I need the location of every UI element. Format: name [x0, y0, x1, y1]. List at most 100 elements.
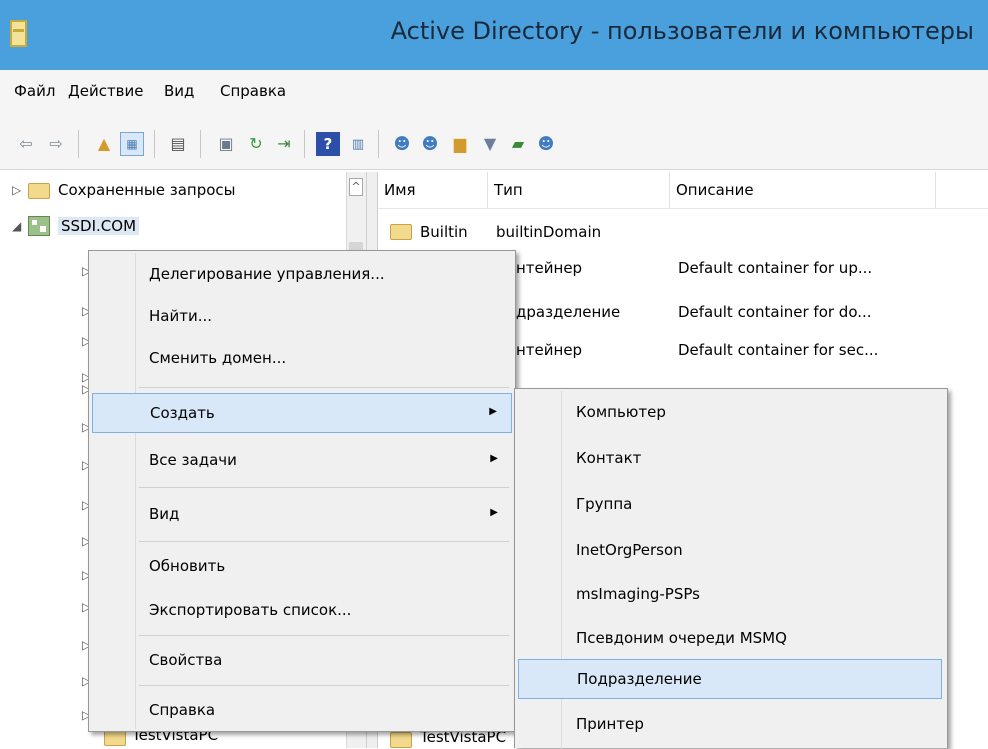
menu-item-label: Вид: [149, 505, 180, 523]
menu-item-view[interactable]: Вид ▶: [92, 495, 512, 535]
row-name: Builtin: [420, 223, 468, 241]
export-list-icon[interactable]: ⇥: [272, 132, 296, 156]
row-type: нтейнер: [516, 341, 583, 359]
menu-view[interactable]: Вид: [164, 82, 194, 100]
toolbar-separator: [304, 130, 305, 158]
up-folder-icon[interactable]: ▲: [92, 132, 116, 156]
column-header-name[interactable]: Имя: [378, 172, 488, 208]
toolbar-separator: [378, 130, 379, 158]
add-to-group-icon[interactable]: ▰: [506, 132, 530, 156]
tree-item-label: Сохраненные запросы: [58, 181, 236, 199]
new-user-icon[interactable]: ☻: [390, 132, 414, 156]
folder-icon: [390, 224, 412, 240]
submenu-arrow-icon: ▶: [490, 507, 498, 518]
submenu-item-inetorgperson[interactable]: InetOrgPerson: [518, 531, 942, 571]
app-icon[interactable]: [10, 20, 27, 47]
context-menu: Делегирование управления... Найти... Сме…: [88, 250, 516, 732]
menu-item-change-domain[interactable]: Сменить домен...: [92, 339, 512, 379]
folder-icon: [104, 730, 126, 746]
menu-bar: Файл Действие Вид Справка: [0, 70, 988, 116]
filter-icon[interactable]: ▼: [478, 132, 502, 156]
menu-item-label: Псевдоним очереди MSMQ: [576, 629, 787, 647]
menu-separator: [139, 635, 509, 636]
menu-item-refresh[interactable]: Обновить: [92, 547, 512, 587]
menu-item-label: Делегирование управления...: [149, 265, 385, 283]
menu-item-label: Создать: [150, 404, 215, 422]
new-ou-icon[interactable]: ▆: [448, 132, 472, 156]
console-tree-icon[interactable]: ▥: [346, 132, 370, 156]
forward-icon[interactable]: ⇨: [44, 132, 68, 156]
show-tree-icon[interactable]: ▦: [120, 132, 144, 156]
row-type: builtinDomain: [496, 223, 602, 241]
find-users-icon[interactable]: ☻: [534, 132, 558, 156]
submenu-item-group[interactable]: Группа: [518, 485, 942, 525]
menu-item-all-tasks[interactable]: Все задачи ▶: [92, 441, 512, 481]
menu-item-label: Подразделение: [577, 670, 702, 688]
window-title: Active Directory - пользователи и компью…: [390, 17, 974, 45]
menu-item-label: Группа: [576, 495, 633, 513]
menu-help[interactable]: Справка: [220, 82, 286, 100]
menu-item-find[interactable]: Найти...: [92, 297, 512, 337]
menu-item-label: Обновить: [149, 557, 226, 575]
properties-icon[interactable]: ▣: [214, 132, 238, 156]
menu-item-label: InetOrgPerson: [576, 541, 683, 559]
header-divider: [378, 208, 988, 209]
row-type: дразделение: [516, 303, 621, 321]
menu-item-label: Компьютер: [576, 403, 666, 421]
toolbar-separator: [154, 130, 155, 158]
menu-item-label: Экспортировать список...: [149, 601, 352, 619]
new-group-icon[interactable]: ☻: [418, 132, 442, 156]
folder-icon: [390, 732, 412, 748]
submenu-item-printer[interactable]: Принтер: [518, 705, 942, 745]
domain-icon: [28, 216, 50, 236]
submenu-item-msmq-alias[interactable]: Псевдоним очереди MSMQ: [518, 619, 942, 659]
row-description: Default container for do...: [678, 303, 872, 321]
tree-item-saved-queries[interactable]: ▷ Сохраненные запросы: [10, 180, 346, 204]
submenu-item-msimaging-psps[interactable]: msImaging-PSPs: [518, 575, 942, 615]
row-description: Default container for up...: [678, 259, 873, 277]
menu-item-properties[interactable]: Свойства: [92, 641, 512, 681]
menu-action[interactable]: Действие: [68, 82, 144, 100]
toolbar: ⇦ ⇨ ▲ ▦ ▤ ▣ ↻ ⇥ ? ▥ ☻ ☻ ▆ ▼ ▰ ☻: [0, 116, 988, 170]
row-description: Default container for sec...: [678, 341, 879, 359]
collapse-arrow-icon[interactable]: ◢: [12, 219, 21, 233]
row-type: нтейнер: [516, 259, 583, 277]
submenu-item-contact[interactable]: Контакт: [518, 439, 942, 479]
tree-item-domain[interactable]: ◢ SSDI.COM: [10, 216, 346, 240]
menu-file[interactable]: Файл: [14, 82, 55, 100]
menu-item-label: Все задачи: [149, 451, 237, 469]
refresh-icon[interactable]: ↻: [244, 132, 268, 156]
menu-item-label: Сменить домен...: [149, 349, 287, 367]
menu-item-label: Принтер: [576, 715, 644, 733]
menu-separator: [139, 685, 509, 686]
menu-item-label: Найти...: [149, 307, 213, 325]
menu-separator: [139, 387, 509, 388]
column-header-type[interactable]: Тип: [488, 172, 670, 208]
list-row[interactable]: Builtin builtinDomain: [378, 220, 988, 244]
scroll-up-icon[interactable]: ^: [349, 178, 363, 196]
folder-icon: [28, 183, 50, 199]
column-header-description[interactable]: Описание: [670, 172, 936, 208]
toolbar-separator: [200, 130, 201, 158]
menu-item-label: Контакт: [576, 449, 642, 467]
help-icon[interactable]: ?: [316, 132, 340, 156]
menu-item-create[interactable]: Создать ▶: [92, 393, 512, 433]
menu-item-label: Справка: [149, 701, 216, 719]
toolbar-separator: [78, 130, 79, 158]
menu-separator: [139, 541, 509, 542]
submenu-item-computer[interactable]: Компьютер: [518, 393, 942, 433]
clipboard-icon[interactable]: ▤: [166, 132, 190, 156]
menu-item-delegate[interactable]: Делегирование управления...: [92, 255, 512, 295]
menu-item-label: Свойства: [149, 651, 223, 669]
submenu-arrow-icon: ▶: [489, 406, 497, 417]
submenu-item-ou[interactable]: Подразделение: [518, 659, 942, 699]
title-bar: Active Directory - пользователи и компью…: [0, 0, 988, 70]
submenu-arrow-icon: ▶: [490, 453, 498, 464]
menu-item-export-list[interactable]: Экспортировать список...: [92, 591, 512, 631]
menu-item-label: msImaging-PSPs: [576, 585, 700, 603]
back-icon[interactable]: ⇦: [14, 132, 38, 156]
expand-arrow-icon[interactable]: ▷: [12, 183, 21, 197]
menu-item-help[interactable]: Справка: [92, 691, 512, 731]
menu-separator: [139, 487, 509, 488]
tree-item-label: SSDI.COM: [58, 217, 140, 235]
